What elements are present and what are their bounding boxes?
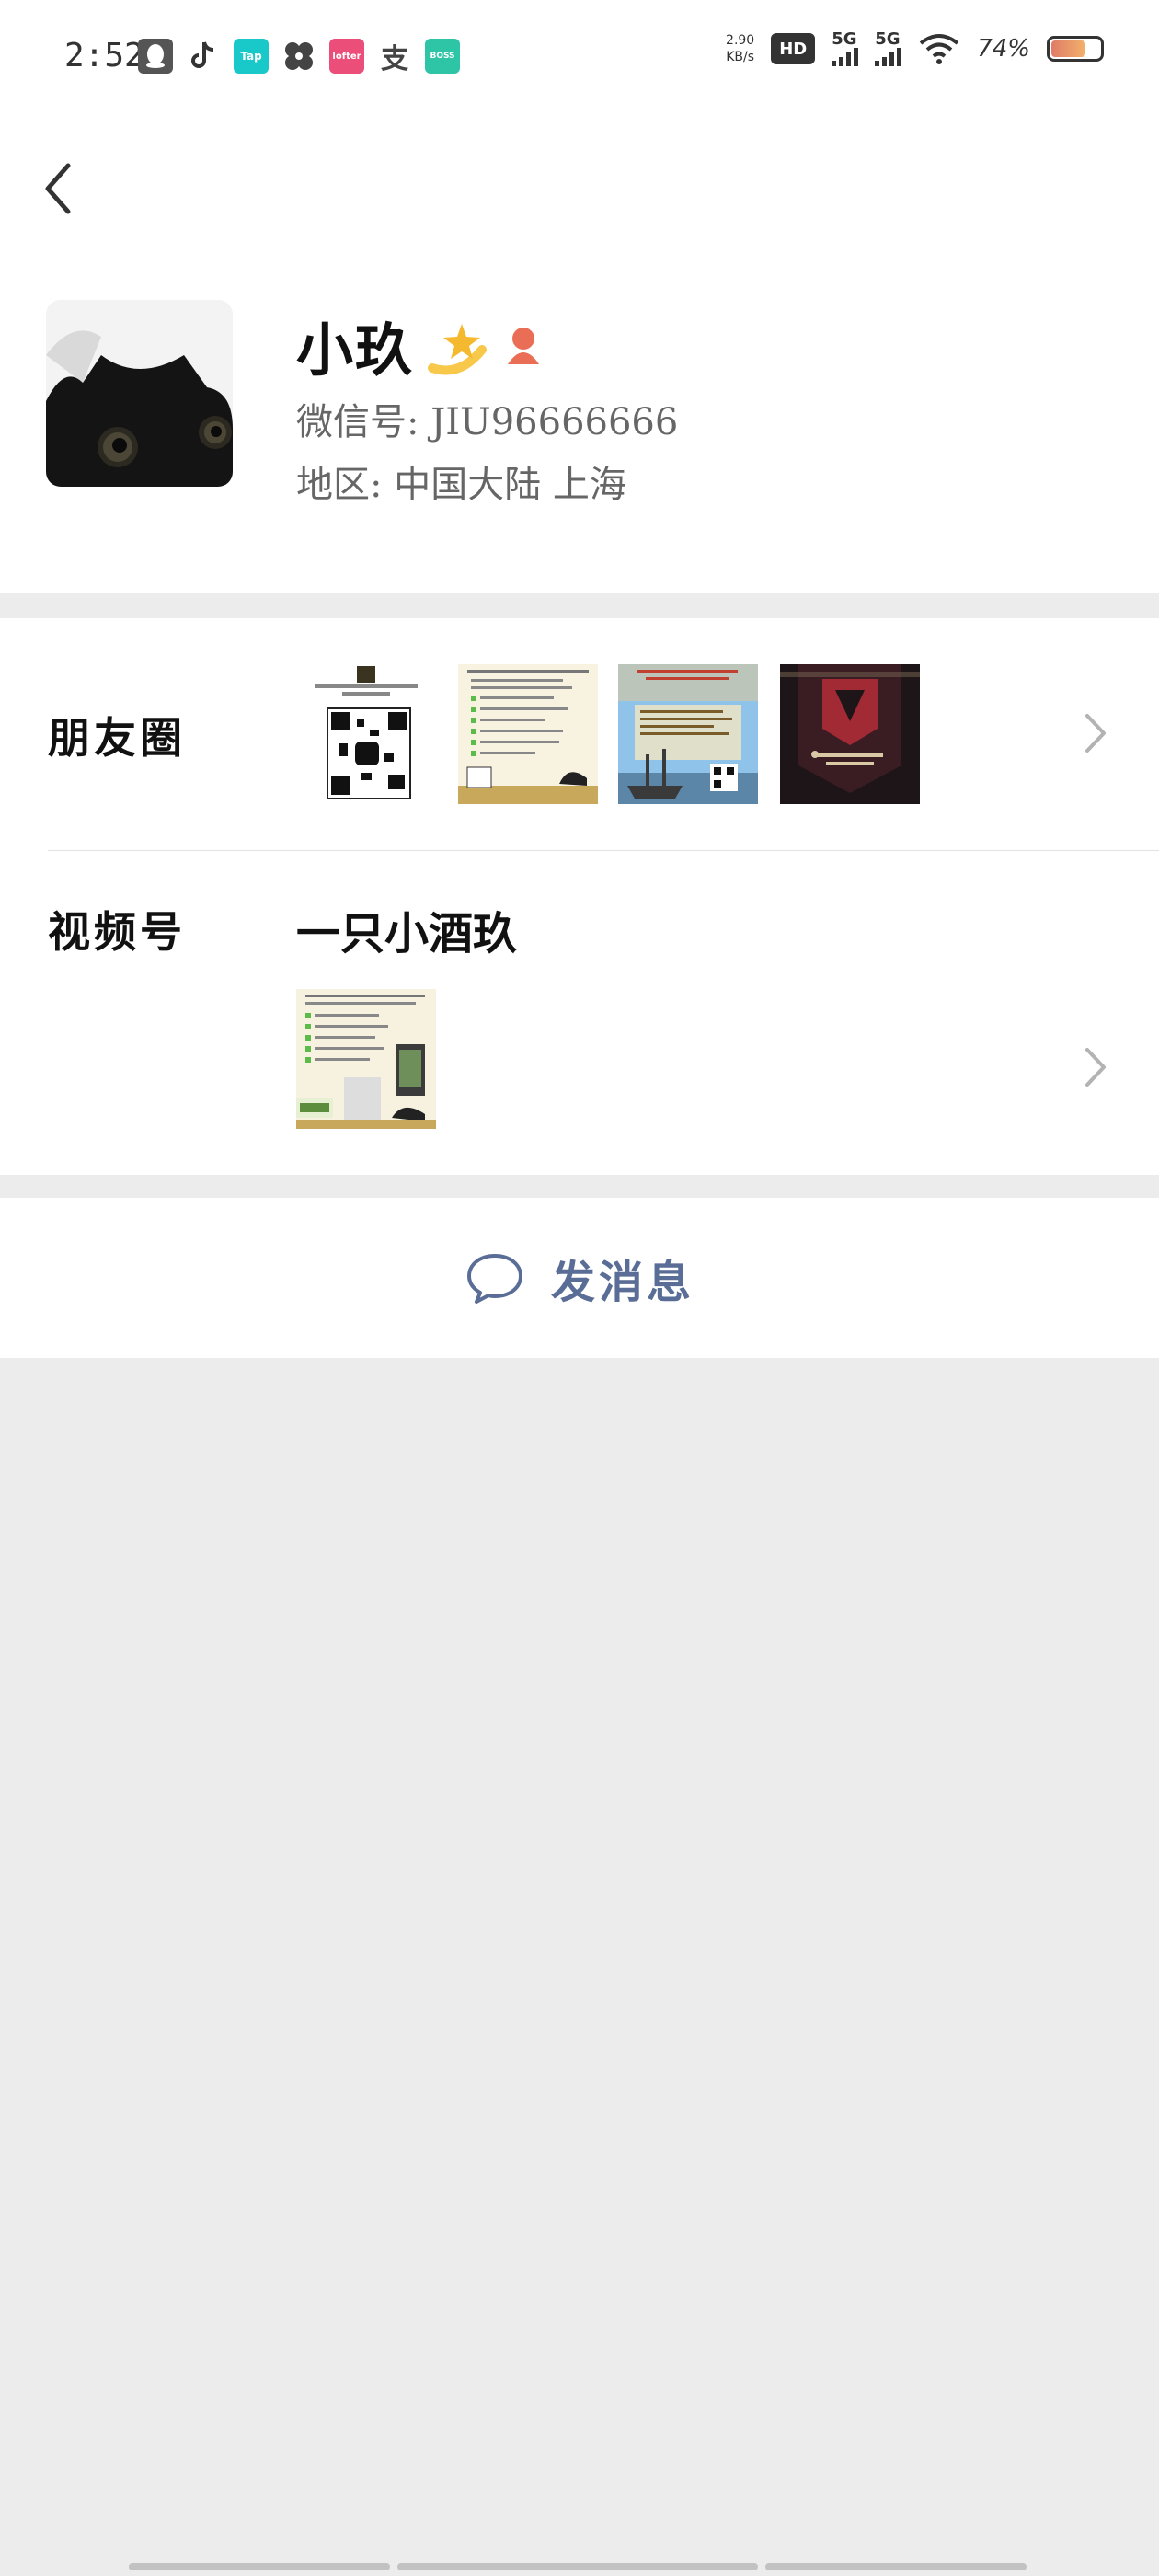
alipay-text: 支 xyxy=(381,43,408,75)
channel-name: 一只小酒玖 xyxy=(296,908,518,960)
gesture-handle xyxy=(129,2563,390,2570)
channels-label: 视频号 xyxy=(48,907,186,957)
channel-video-thumbnail xyxy=(296,989,436,1129)
region: 地区: 中国大陆 上海 xyxy=(296,464,626,506)
nickname-row: 小玖 xyxy=(296,304,546,386)
alipay-icon: 支 xyxy=(377,39,412,75)
lofter-text: lofter xyxy=(332,51,361,62)
chat-bubble-icon xyxy=(466,1254,522,1304)
gesture-handle xyxy=(765,2563,1027,2570)
system-status: 2.90 KB/s HD 5G 5G 74% xyxy=(726,31,1104,66)
moments-thumbnail-text xyxy=(458,664,598,804)
taptap-icon: Tap xyxy=(234,39,269,74)
back-icon[interactable] xyxy=(37,156,83,221)
info-card: 朋友圈 视频号 一只小酒玖 xyxy=(0,618,1159,1175)
taptap-text: Tap xyxy=(240,50,262,63)
signal-icon: 5G xyxy=(832,29,859,66)
notification-icons: Tap lofter 支 BOSS xyxy=(138,39,460,75)
nickname: 小玖 xyxy=(296,316,415,384)
signal-icon-2: 5G xyxy=(875,29,902,66)
pinwheel-icon xyxy=(281,39,316,74)
female-gender-icon xyxy=(508,328,540,364)
channels-row[interactable]: 视频号 一只小酒玖 xyxy=(0,851,1159,1175)
net-speed-value: 2.90 xyxy=(726,33,755,48)
signal1-label: 5G xyxy=(832,29,857,49)
boss-zhipin-icon: BOSS xyxy=(425,39,460,74)
network-speed: 2.90 KB/s xyxy=(726,32,754,65)
chevron-right-icon xyxy=(1085,714,1106,753)
send-message-card: 发消息 xyxy=(0,1198,1159,1358)
tiktok-icon xyxy=(186,39,221,74)
wifi-icon xyxy=(919,34,959,64)
send-message-button[interactable]: 发消息 xyxy=(0,1198,1159,1358)
status-time: 2:52 xyxy=(64,37,144,75)
gesture-handle xyxy=(397,2563,758,2570)
battery-icon xyxy=(1047,36,1104,62)
moments-thumbnail-banner xyxy=(780,664,920,804)
qq-icon xyxy=(138,39,173,74)
avatar[interactable] xyxy=(46,300,233,487)
moments-thumbnail-qr xyxy=(296,664,436,804)
battery-fill xyxy=(1051,40,1086,57)
gesture-bar[interactable] xyxy=(129,2563,1027,2570)
moments-row[interactable]: 朋友圈 xyxy=(0,618,1159,850)
profile-header: 小玖 微信号: JIU96666666 地区: 中国大陆 上海 xyxy=(0,120,1159,593)
send-message-label: 发消息 xyxy=(550,1257,694,1308)
lofter-icon: lofter xyxy=(329,39,364,74)
boss-text: BOSS xyxy=(430,52,455,61)
net-speed-unit: KB/s xyxy=(726,50,755,64)
battery-percent: 74% xyxy=(977,35,1030,63)
signal2-label: 5G xyxy=(875,29,901,49)
wechat-id: 微信号: JIU96666666 xyxy=(296,401,679,443)
moments-thumbnail-ship xyxy=(618,664,758,804)
chevron-right-icon xyxy=(1085,1048,1106,1087)
hd-voice-icon: HD xyxy=(771,33,816,64)
status-bar: 2:52 Tap lofter 支 BOSS 2.90 KB/s HD 5G 5… xyxy=(0,0,1159,120)
shooting-star-icon xyxy=(428,324,488,375)
moments-label: 朋友圈 xyxy=(48,713,186,763)
